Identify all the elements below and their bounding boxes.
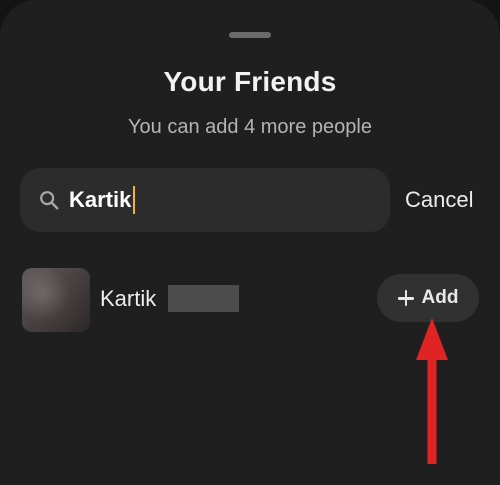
plus-icon <box>397 290 414 306</box>
search-input[interactable]: Kartik <box>69 185 136 215</box>
add-button-label: Add <box>421 287 459 308</box>
page-title: Your Friends <box>163 66 337 97</box>
search-input-text: Kartik <box>69 187 132 212</box>
search-field[interactable]: Kartik <box>20 168 390 232</box>
search-icon <box>40 191 59 210</box>
add-friend-button[interactable]: Add <box>377 274 479 322</box>
sheet-grabber-handle[interactable] <box>229 32 271 38</box>
name-redaction <box>168 285 239 312</box>
annotation-arrow-icon <box>416 318 448 464</box>
page-subtitle: You can add 4 more people <box>128 116 372 138</box>
cancel-button[interactable]: Cancel <box>405 187 473 213</box>
friends-sheet: Your Friends You can add 4 more people K… <box>0 0 500 485</box>
friend-name: Kartik <box>100 286 157 311</box>
text-caret <box>133 186 136 214</box>
avatar <box>22 268 90 332</box>
avatar-blur <box>22 268 90 332</box>
